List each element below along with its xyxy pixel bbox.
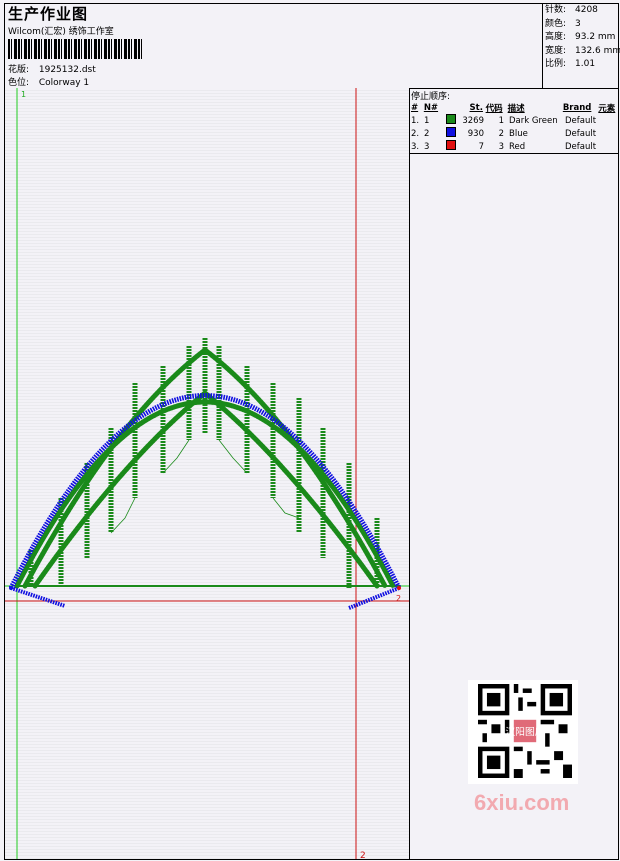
blue-outline-arch <box>8 393 402 590</box>
corner-label-top: 1 <box>21 90 26 99</box>
blue-foot-left <box>10 586 66 608</box>
table-row: 3. 3 7 3 Red Default <box>411 140 597 152</box>
stat-row: 高度: 93.2 mm <box>545 32 616 42</box>
page-title: 生产作业图 <box>8 5 89 23</box>
design-value: 1925132.dst <box>38 65 96 75</box>
color-swatch <box>446 114 456 124</box>
stat-row: 针数: 4208 <box>545 5 598 15</box>
green-lattice <box>14 346 401 589</box>
watermark-text: 6xiu.com <box>474 790 570 815</box>
design-canvas: 1 2 2 <box>5 88 410 859</box>
qr-code: 汉阳图库 <box>478 684 572 778</box>
corner-label-bottom: 2 <box>360 851 366 859</box>
colorway-row: 色位: Colorway 1 <box>8 75 89 88</box>
design-row: 花版: 1925132.dst <box>8 62 96 75</box>
end-marker <box>397 586 401 590</box>
studio-name: Wilcom(汇宏) 绣饰工作室 <box>8 27 114 37</box>
table-header: # N# St. 代码 描述 Brand 元素 <box>411 102 616 114</box>
start-marker <box>9 586 13 590</box>
stats-panel: 针数: 4208 颜色: 3 高度: 93.2 mm 宽度: 132.6 mm 比例: 1… <box>542 4 620 88</box>
stop-sequence-table: # N# St. 代码 描述 Brand 元素 1. 1 3269 1 Dark… <box>409 101 618 154</box>
embroidery-preview: 1 2 2 <box>5 88 409 859</box>
corner-label-right: 2 <box>396 594 401 603</box>
green-verticals <box>28 338 380 588</box>
stat-row: 比例: 1.01 <box>545 59 596 69</box>
color-swatch <box>446 127 456 137</box>
color-swatch <box>446 140 456 150</box>
qr-code-watermark: 汉阳图库 <box>468 680 578 784</box>
colorway-value: Colorway 1 <box>38 78 90 88</box>
table-row: 2. 2 930 2 Blue Default <box>411 127 597 139</box>
table-row: 1. 1 3269 1 Dark Green Default <box>411 114 597 126</box>
design-label: 花版: <box>8 65 30 75</box>
header-panel: 生产作业图 Wilcom(汇宏) 绣饰工作室 花版: 1925132.dst 色… <box>5 4 620 89</box>
stat-row: 宽度: 132.6 mm <box>545 45 620 56</box>
stat-row: 颜色: 3 <box>545 18 581 29</box>
colorway-label: 色位: <box>8 78 30 88</box>
barcode <box>8 39 144 59</box>
qr-seal-text: 汉阳图库 <box>505 725 544 738</box>
